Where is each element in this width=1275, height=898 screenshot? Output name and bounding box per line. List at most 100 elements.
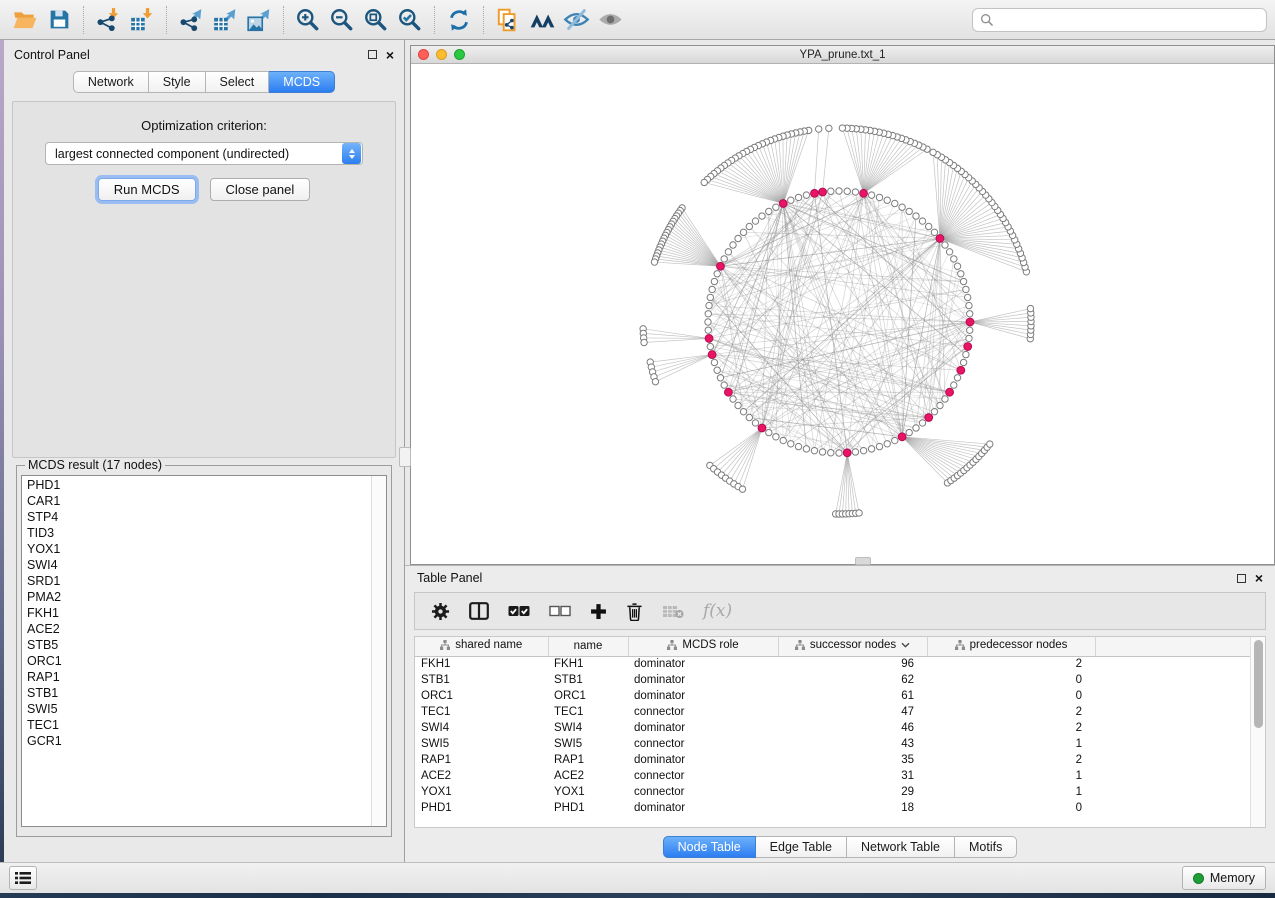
mcds-node[interactable]: [708, 351, 716, 359]
table-row[interactable]: ORC1ORC1dominator610: [415, 688, 1250, 704]
close-mcds-panel-button[interactable]: Close panel: [210, 178, 311, 201]
ring-node[interactable]: [780, 437, 786, 443]
close-panel-icon[interactable]: ×: [386, 48, 394, 62]
ring-node[interactable]: [906, 208, 912, 214]
ring-node[interactable]: [803, 192, 809, 198]
mcds-result-item[interactable]: ORC1: [27, 653, 371, 669]
ring-node[interactable]: [705, 311, 711, 317]
ring-node[interactable]: [819, 449, 825, 455]
ring-node[interactable]: [773, 204, 779, 210]
import-table-button[interactable]: [125, 4, 159, 36]
ring-node[interactable]: [740, 408, 746, 414]
ring-node[interactable]: [884, 441, 890, 447]
table-row[interactable]: YOX1YOX1connector291: [415, 784, 1250, 800]
table-row[interactable]: STB1STB1dominator620: [415, 672, 1250, 688]
network-canvas[interactable]: [411, 64, 1274, 564]
ring-node[interactable]: [721, 382, 727, 388]
leaf-node[interactable]: [930, 149, 936, 155]
ring-node[interactable]: [717, 375, 723, 381]
ring-node[interactable]: [844, 188, 850, 194]
table-settings-button[interactable]: [431, 602, 450, 621]
leaf-node[interactable]: [826, 125, 832, 131]
ring-node[interactable]: [706, 302, 712, 308]
mcds-node[interactable]: [717, 262, 725, 270]
mcds-node[interactable]: [966, 318, 974, 326]
tab-motifs[interactable]: Motifs: [955, 836, 1017, 858]
mcds-node[interactable]: [724, 388, 732, 396]
leaf-node[interactable]: [652, 378, 658, 384]
ring-node[interactable]: [788, 197, 794, 203]
ring-node[interactable]: [852, 189, 858, 195]
leaf-node[interactable]: [739, 486, 745, 492]
ring-node[interactable]: [730, 396, 736, 402]
ring-node[interactable]: [919, 420, 925, 426]
ring-node[interactable]: [705, 319, 711, 325]
mcds-result-item[interactable]: STB1: [27, 685, 371, 701]
mcds-node[interactable]: [946, 388, 954, 396]
mcds-node[interactable]: [758, 424, 766, 432]
leaf-node[interactable]: [701, 179, 707, 185]
ring-node[interactable]: [946, 249, 952, 255]
deselect-all-rows-button[interactable]: [549, 604, 571, 618]
mcds-result-item[interactable]: TID3: [27, 525, 371, 541]
ring-node[interactable]: [752, 420, 758, 426]
function-builder-button[interactable]: f(x): [703, 601, 732, 621]
ring-node[interactable]: [942, 396, 948, 402]
zoom-selected-button[interactable]: [393, 4, 427, 36]
ring-node[interactable]: [836, 450, 842, 456]
table-scrollbar-thumb[interactable]: [1254, 640, 1263, 728]
tab-select[interactable]: Select: [206, 71, 270, 93]
horizontal-splitter-handle[interactable]: [855, 557, 871, 565]
mcds-result-item[interactable]: STB5: [27, 637, 371, 653]
ring-node[interactable]: [951, 256, 957, 262]
mcds-result-item[interactable]: CAR1: [27, 493, 371, 509]
ring-node[interactable]: [884, 197, 890, 203]
ring-node[interactable]: [735, 402, 741, 408]
mcds-node[interactable]: [811, 189, 819, 197]
mcds-node[interactable]: [819, 188, 827, 196]
ring-node[interactable]: [740, 229, 746, 235]
ring-node[interactable]: [931, 229, 937, 235]
ring-node[interactable]: [899, 204, 905, 210]
create-column-button[interactable]: [590, 603, 607, 620]
leaf-node[interactable]: [987, 441, 993, 447]
ring-node[interactable]: [828, 188, 834, 194]
network-window-titlebar[interactable]: YPA_prune.txt_1: [411, 46, 1274, 64]
export-table-button[interactable]: [208, 4, 242, 36]
leaf-node[interactable]: [856, 510, 862, 516]
ring-node[interactable]: [860, 447, 866, 453]
show-all-button[interactable]: [593, 4, 627, 36]
ring-node[interactable]: [828, 450, 834, 456]
mcds-node[interactable]: [957, 366, 965, 374]
export-image-button[interactable]: [242, 4, 276, 36]
ring-node[interactable]: [766, 429, 772, 435]
result-list-scrollbar[interactable]: [371, 476, 386, 826]
ring-node[interactable]: [868, 446, 874, 452]
column-header-shared-name[interactable]: shared name: [415, 637, 548, 656]
mcds-result-item[interactable]: SRD1: [27, 573, 371, 589]
ring-node[interactable]: [759, 213, 765, 219]
ring-node[interactable]: [925, 223, 931, 229]
ring-node[interactable]: [951, 382, 957, 388]
ring-node[interactable]: [766, 208, 772, 214]
hide-selected-button[interactable]: [559, 4, 593, 36]
ring-node[interactable]: [954, 263, 960, 269]
mcds-node[interactable]: [964, 343, 972, 351]
leaf-node[interactable]: [839, 125, 845, 131]
column-header-MCDS-role[interactable]: MCDS role: [628, 637, 778, 656]
mcds-result-item[interactable]: FKH1: [27, 605, 371, 621]
ring-node[interactable]: [795, 443, 801, 449]
ring-node[interactable]: [958, 271, 964, 277]
mcds-result-item[interactable]: ACE2: [27, 621, 371, 637]
table-row[interactable]: SWI5SWI5connector431: [415, 736, 1250, 752]
ring-node[interactable]: [906, 429, 912, 435]
mcds-node[interactable]: [779, 200, 787, 208]
column-header-name[interactable]: name: [548, 637, 628, 656]
ring-node[interactable]: [966, 335, 972, 341]
run-mcds-button[interactable]: Run MCDS: [98, 178, 196, 201]
export-network-button[interactable]: [174, 4, 208, 36]
ring-node[interactable]: [705, 327, 711, 333]
ring-node[interactable]: [707, 343, 713, 349]
vertical-splitter-handle[interactable]: [399, 447, 411, 467]
ring-node[interactable]: [811, 447, 817, 453]
